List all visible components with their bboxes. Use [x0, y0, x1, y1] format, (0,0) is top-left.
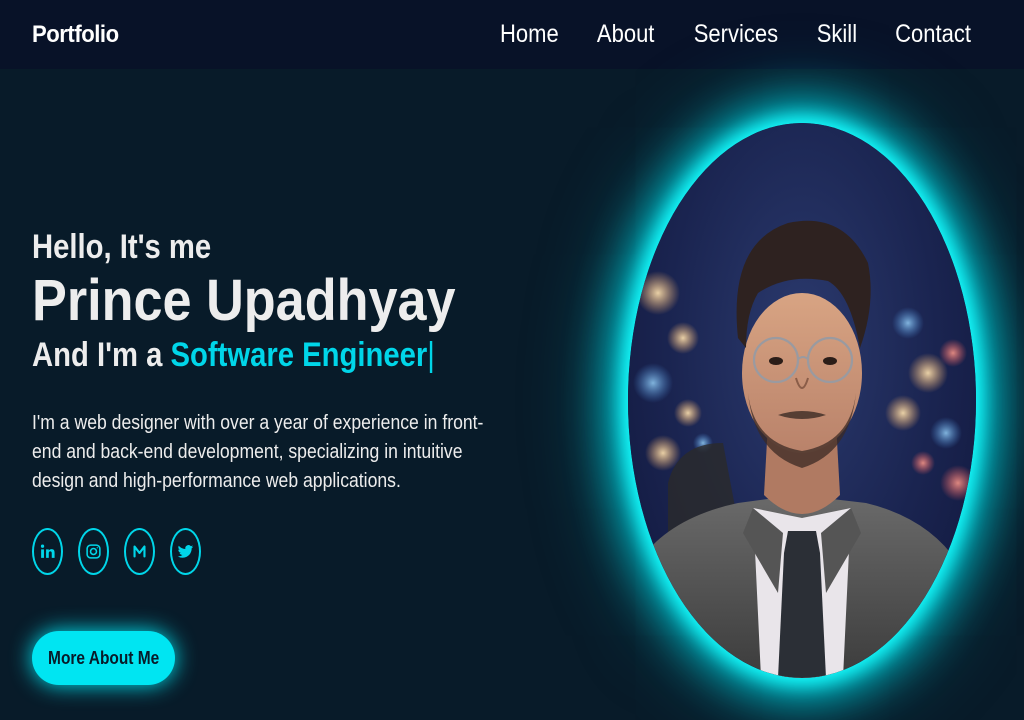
nav-contact[interactable]: Contact	[895, 20, 971, 49]
social-links	[32, 527, 502, 575]
more-about-me-label: More About Me	[47, 647, 160, 668]
logo[interactable]: Portfolio	[32, 21, 119, 49]
instagram-icon	[86, 544, 101, 559]
profile-portrait-illustration	[628, 220, 976, 678]
profile-photo	[628, 123, 976, 678]
medium-icon	[133, 545, 146, 558]
nav-about[interactable]: About	[597, 20, 655, 49]
linkedin-link[interactable]	[32, 527, 63, 575]
twitter-icon	[177, 544, 194, 558]
hero-bio: I'm a web designer with over a year of e…	[32, 411, 484, 492]
hero-greeting: Hello, It's me	[32, 228, 212, 266]
typing-caret: |	[427, 335, 435, 374]
linkedin-icon	[40, 544, 55, 558]
hero-content: Hello, It's me Prince Upadhyay And I'm a…	[32, 228, 502, 575]
nav-services[interactable]: Services	[694, 20, 778, 49]
hero-role-prefix: And I'm a	[32, 335, 163, 374]
medium-link[interactable]	[124, 527, 155, 575]
nav-skill[interactable]: Skill	[817, 20, 857, 49]
main-nav: Home About Services Skill Contact	[496, 20, 976, 49]
hero-role-line: And I'm a Software Engineer|	[32, 336, 436, 375]
instagram-link[interactable]	[78, 527, 109, 575]
hero-role: Software Engineer	[170, 335, 428, 374]
more-about-me-button[interactable]: More About Me	[32, 631, 175, 685]
nav-home[interactable]: Home	[500, 20, 559, 49]
twitter-link[interactable]	[170, 527, 201, 575]
navbar: Portfolio Home About Services Skill Cont…	[0, 0, 1024, 69]
hero-name: Prince Upadhyay	[32, 268, 456, 333]
